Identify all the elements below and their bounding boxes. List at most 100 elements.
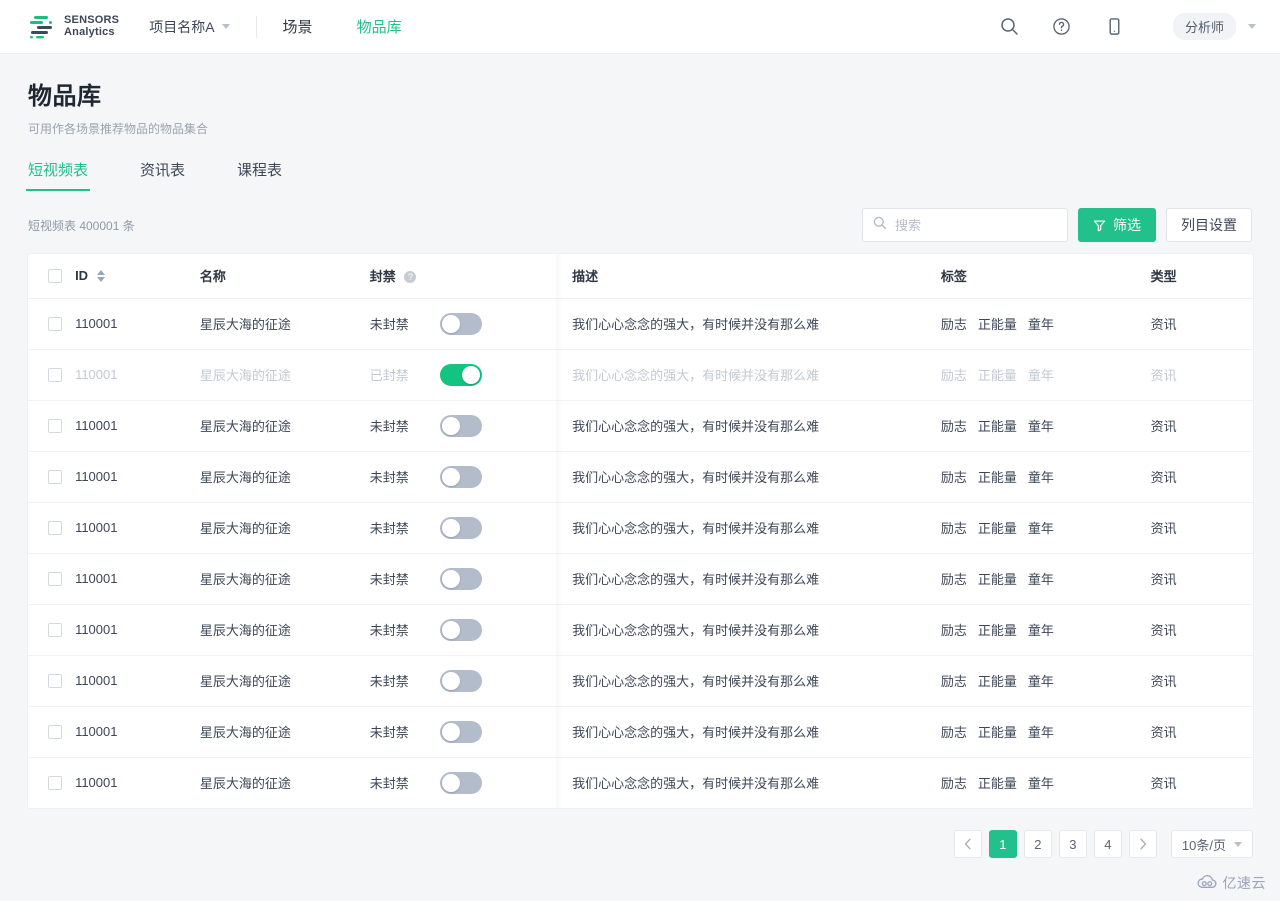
tag-chip: 正能量 xyxy=(977,368,1017,383)
pagination-next-button[interactable] xyxy=(1128,830,1157,858)
row-checkbox[interactable] xyxy=(48,367,62,382)
tab-news[interactable]: 资讯表 xyxy=(140,159,185,190)
column-settings-button[interactable]: 列目设置 xyxy=(1166,208,1252,242)
row-checkbox[interactable] xyxy=(48,418,62,433)
tag-chip: 童年 xyxy=(1027,368,1054,383)
pagination-page-1[interactable]: 1 xyxy=(988,830,1017,858)
cell-description: 我们心心念念的强大，有时候并没有那么难 xyxy=(562,349,941,401)
cell-description: 我们心心念念的强大，有时候并没有那么难 xyxy=(562,451,941,503)
search-box[interactable] xyxy=(862,208,1068,242)
tab-course[interactable]: 课程表 xyxy=(237,159,282,190)
row-select-cell xyxy=(28,502,76,554)
table-row[interactable]: 110001 星辰大海的征途 未封禁 我们心心念念的强大，有时候并没有那么难 励… xyxy=(28,400,1253,452)
top-navigation-bar: SENSORS Analytics 项目名称A 场景 物品库 分析师 xyxy=(0,0,1280,54)
cell-name: 星辰大海的征途 xyxy=(199,400,370,452)
user-role-badge[interactable]: 分析师 xyxy=(1172,13,1236,40)
table-row[interactable]: 110001 星辰大海的征途 未封禁 我们心心念念的强大，有时候并没有那么难 励… xyxy=(28,757,1253,808)
search-input[interactable] xyxy=(895,217,1057,233)
pagination-page-4[interactable]: 4 xyxy=(1093,830,1122,858)
cell-tags: 励志 正能量 童年 xyxy=(941,757,1151,808)
search-icon xyxy=(873,216,887,235)
row-checkbox[interactable] xyxy=(48,520,62,535)
cell-tags: 励志 正能量 童年 xyxy=(940,553,1151,605)
page-size-selector[interactable]: 10条/页 xyxy=(1170,830,1253,858)
table-row[interactable]: 110001 星辰大海的征途 已封禁 我们心心念念的强大，有时候并没有那么难 励… xyxy=(28,349,1253,401)
ban-toggle-switch[interactable] xyxy=(439,363,482,386)
cell-ban: 未封禁 xyxy=(370,757,563,808)
ban-toggle-switch[interactable] xyxy=(439,720,482,743)
pagination-prev-button[interactable] xyxy=(953,830,982,858)
search-icon[interactable] xyxy=(993,10,1027,44)
table-row[interactable]: 110001 星辰大海的征途 未封禁 我们心心念念的强大，有时候并没有那么难 励… xyxy=(28,451,1253,503)
ban-toggle-switch[interactable] xyxy=(439,414,482,437)
nav-divider xyxy=(255,15,257,38)
logo-line-1: SENSORS xyxy=(64,13,120,26)
cell-ban: 未封禁 xyxy=(369,298,563,350)
cell-name: 星辰大海的征途 xyxy=(199,604,370,656)
ban-toggle-switch[interactable] xyxy=(439,567,482,590)
ban-toggle-switch[interactable] xyxy=(439,618,482,641)
table-row[interactable]: 110001 星辰大海的征途 未封禁 我们心心念念的强大，有时候并没有那么难 励… xyxy=(28,604,1253,656)
help-circle-icon[interactable] xyxy=(1045,10,1079,44)
filter-button[interactable]: 筛选 xyxy=(1078,208,1156,242)
ban-toggle-switch[interactable] xyxy=(439,312,482,335)
ban-toggle-switch[interactable] xyxy=(439,516,482,539)
cell-ban: 未封禁 xyxy=(369,400,563,452)
tag-chip: 正能量 xyxy=(977,470,1017,485)
toolbar-actions: 筛选 列目设置 xyxy=(862,208,1252,242)
tag-chip: 童年 xyxy=(1027,470,1054,485)
row-checkbox[interactable] xyxy=(48,571,62,586)
row-select-cell xyxy=(28,706,76,758)
project-selector[interactable]: 项目名称A xyxy=(149,17,230,37)
cell-name: 星辰大海的征途 xyxy=(199,776,291,792)
tab-short-video[interactable]: 短视频表 xyxy=(25,159,91,191)
ban-status-label: 未封禁 xyxy=(369,572,409,587)
column-header-ban-label: 封禁 xyxy=(369,269,396,285)
cell-id: 110001 xyxy=(75,502,200,554)
chevron-down-icon[interactable] xyxy=(1248,24,1256,29)
tag-chip: 励志 xyxy=(940,623,967,638)
tag-chip: 正能量 xyxy=(977,725,1017,740)
tag-chip: 童年 xyxy=(1027,623,1054,638)
table-row[interactable]: 110001 星辰大海的征途 未封禁 我们心心念念的强大，有时候并没有那么难 励… xyxy=(28,298,1253,350)
ban-toggle-switch[interactable] xyxy=(439,669,482,692)
row-checkbox[interactable] xyxy=(48,775,62,790)
ban-toggle-switch[interactable] xyxy=(439,465,482,488)
cell-ban: 未封禁 xyxy=(369,502,563,554)
table-row[interactable]: 110001 星辰大海的征途 未封禁 我们心心念念的强大，有时候并没有那么难 励… xyxy=(28,655,1253,707)
pagination-page-3[interactable]: 3 xyxy=(1058,830,1087,858)
nav-item-item-library[interactable]: 物品库 xyxy=(357,16,402,37)
table-row[interactable]: 110001 星辰大海的征途 未封禁 我们心心念念的强大，有时候并没有那么难 励… xyxy=(28,706,1253,758)
page-subtitle: 可用作各场景推荐物品的物品集合 xyxy=(28,122,209,136)
ban-status-label: 未封禁 xyxy=(369,470,409,485)
mobile-icon[interactable] xyxy=(1097,10,1131,44)
row-checkbox[interactable] xyxy=(48,673,62,688)
pagination-page-2[interactable]: 2 xyxy=(1023,830,1052,858)
ban-status-label: 未封禁 xyxy=(369,419,409,434)
ban-toggle-switch[interactable] xyxy=(439,771,482,794)
row-select-cell xyxy=(28,757,75,808)
row-checkbox[interactable] xyxy=(48,724,62,739)
cell-id: 110001 xyxy=(75,400,200,452)
cell-ban: 未封禁 xyxy=(369,706,563,758)
sort-toggle-icon[interactable] xyxy=(96,269,105,282)
table-row[interactable]: 110001 星辰大海的征途 未封禁 我们心心念念的强大，有时候并没有那么难 励… xyxy=(28,553,1253,605)
cell-tags: 励志 正能量 童年 xyxy=(940,502,1151,554)
cell-id: 110001 xyxy=(75,706,200,758)
column-header-id[interactable]: ID xyxy=(75,254,200,299)
table-row[interactable]: 110001 星辰大海的征途 未封禁 我们心心念念的强大，有时候并没有那么难 励… xyxy=(28,502,1253,554)
help-circle-icon[interactable]: ? xyxy=(404,270,417,283)
nav-item-scenes[interactable]: 场景 xyxy=(283,16,313,37)
row-checkbox[interactable] xyxy=(48,622,62,637)
sensors-logo-icon xyxy=(28,14,56,40)
select-all-checkbox[interactable] xyxy=(48,268,62,283)
row-checkbox[interactable] xyxy=(48,316,62,331)
site-watermark: 亿速云 xyxy=(1196,873,1267,893)
tag-chip: 正能量 xyxy=(977,317,1017,332)
cell-type: 资讯 xyxy=(1150,451,1253,503)
record-count-label: 短视频表 400001 条 xyxy=(28,218,135,233)
app-logo[interactable]: SENSORS Analytics xyxy=(28,14,119,40)
row-checkbox[interactable] xyxy=(48,469,62,484)
tag-chip: 励志 xyxy=(940,776,967,792)
column-header-ban: 封禁 ? xyxy=(369,254,563,299)
